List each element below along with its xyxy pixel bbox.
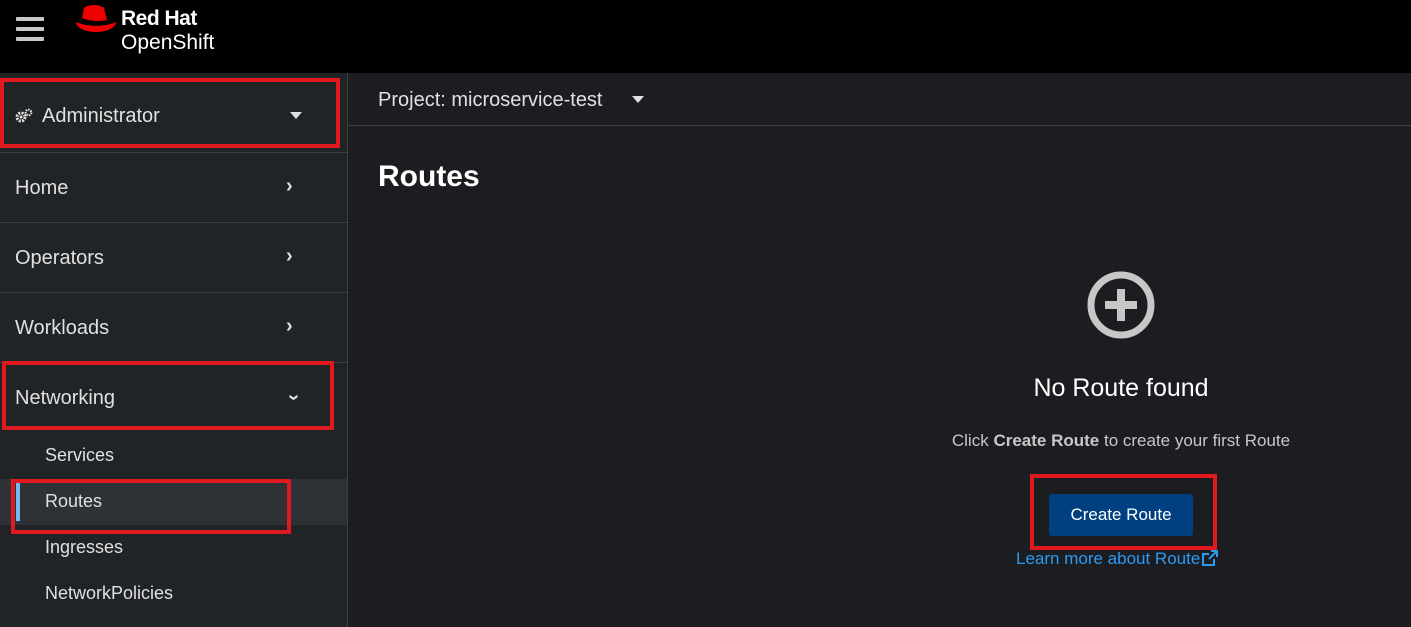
empty-state-body-strong: Create Route [993, 431, 1100, 450]
caret-down-icon [290, 112, 302, 119]
red-hat-openshift-logo[interactable]: Red Hat OpenShift [74, 4, 234, 60]
chevron-right-icon: › [286, 245, 293, 267]
plus-circle-icon [1087, 271, 1155, 339]
sidebar-item-label: Services [45, 445, 115, 465]
page-title: Routes [378, 160, 480, 193]
brand-name: Red Hat [121, 7, 197, 30]
sidebar-item-routes[interactable]: Routes [0, 479, 347, 525]
chevron-right-icon: › [286, 315, 293, 337]
sidebar: Administrator Home › Operators › Workloa… [0, 73, 348, 627]
red-hat-fedora-icon [76, 5, 116, 32]
nav-section-networking[interactable]: Networking › [0, 363, 347, 433]
chevron-down-icon: › [282, 394, 305, 401]
empty-state-body: Click Create Route to create your first … [881, 431, 1361, 451]
perspective-label: Administrator [42, 105, 160, 127]
chevron-right-icon: › [286, 175, 293, 197]
learn-more-label: Learn more about Route [1016, 549, 1201, 568]
nav-section-label: Home [15, 177, 69, 199]
project-bar: Project: microservice-test [348, 73, 1411, 126]
empty-state-body-suffix: to create your first Route [1099, 431, 1291, 450]
empty-state-title: No Route found [1033, 374, 1209, 402]
nav-section-label: Operators [15, 247, 104, 269]
nav-section-label: Networking [15, 387, 116, 409]
create-route-button[interactable]: Create Route [1049, 494, 1193, 536]
nav-section-home[interactable]: Home › [0, 153, 347, 223]
caret-down-icon[interactable] [632, 96, 644, 103]
project-selector[interactable]: Project: microservice-test [378, 89, 603, 112]
product-name: OpenShift [121, 31, 215, 54]
sidebar-item-networkpolicies[interactable]: NetworkPolicies [0, 571, 347, 617]
cogs-icon [15, 108, 33, 128]
sidebar-item-label: Routes [45, 491, 103, 511]
hamburger-icon[interactable] [16, 17, 44, 41]
sidebar-item-label: Ingresses [45, 537, 124, 557]
learn-more-link[interactable]: Learn more about Route [1016, 549, 1219, 569]
external-link-icon [1202, 550, 1219, 566]
sidebar-item-services[interactable]: Services [0, 433, 347, 479]
masthead: Red Hat OpenShift [0, 0, 1411, 73]
perspective-switcher[interactable]: Administrator [0, 73, 347, 153]
nav-section-operators[interactable]: Operators › [0, 223, 347, 293]
nav-section-workloads[interactable]: Workloads › [0, 293, 347, 363]
sidebar-item-label: NetworkPolicies [45, 583, 174, 603]
empty-state-body-prefix: Click [951, 431, 994, 450]
sidebar-item-ingresses[interactable]: Ingresses [0, 525, 347, 571]
nav-section-label: Workloads [15, 317, 110, 339]
